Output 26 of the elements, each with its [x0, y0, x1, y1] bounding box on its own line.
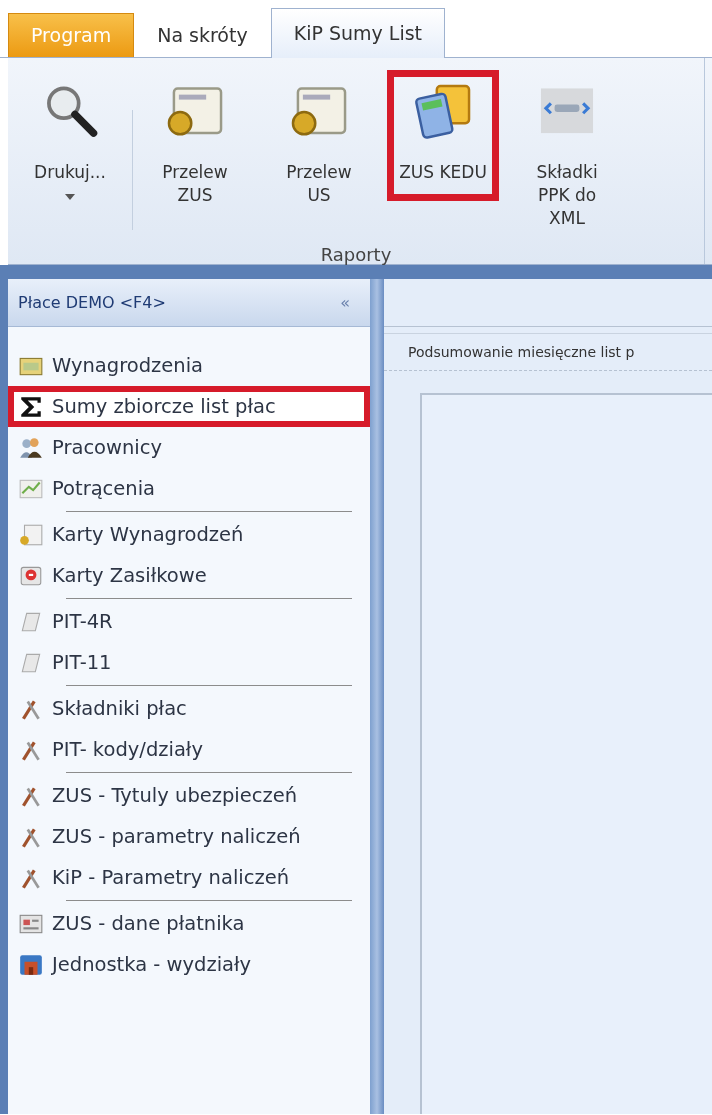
- ribbon-button[interactable]: Składki PPK do XML: [511, 70, 623, 241]
- sidebar-item[interactable]: KiP - Parametry naliczeń: [8, 857, 370, 898]
- sidebar-item[interactable]: ZUS - Tytuly ubezpieczeń: [8, 775, 370, 816]
- sidebar-item[interactable]: Potrącenia: [8, 468, 370, 509]
- sidebar-item[interactable]: Sumy zbiorcze list płac: [8, 386, 370, 427]
- group-label: Raporty: [319, 242, 393, 267]
- content-tab[interactable]: Podsumowanie miesięczne list p: [408, 341, 635, 363]
- sidebar-item[interactable]: PIT- kody/działy: [8, 729, 370, 770]
- sidebar-item[interactable]: Pracownicy: [8, 427, 370, 468]
- ribbon-tab[interactable]: KiP Sumy List: [270, 8, 446, 58]
- sidebar-item[interactable]: Karty Wynagrodzeń: [8, 514, 370, 555]
- ribbon-button[interactable]: Przelew ZUS: [139, 70, 251, 218]
- ribbon-button[interactable]: ZUS KEDU: [387, 70, 499, 201]
- ribbon-button[interactable]: Przelew US: [263, 70, 375, 218]
- sidebar-item[interactable]: ZUS - dane płatnika: [8, 903, 370, 944]
- ribbon-tab[interactable]: Na skróty: [134, 13, 271, 57]
- sidebar-item[interactable]: Jednostka - wydziały: [8, 944, 370, 985]
- splitter[interactable]: [370, 279, 384, 1114]
- sidebar-item[interactable]: Wynagrodzenia: [8, 345, 370, 386]
- sidebar-item[interactable]: Karty Zasiłkowe: [8, 555, 370, 596]
- sidebar-item[interactable]: PIT-11: [8, 642, 370, 683]
- sidebar-item[interactable]: Składniki płac: [8, 688, 370, 729]
- ribbon-button[interactable]: Drukuj...: [14, 70, 126, 211]
- sidebar-item[interactable]: PIT-4R: [8, 601, 370, 642]
- sidebar-item[interactable]: ZUS - parametry naliczeń: [8, 816, 370, 857]
- sidebar-title: Płace DEMO <F4>: [18, 291, 166, 314]
